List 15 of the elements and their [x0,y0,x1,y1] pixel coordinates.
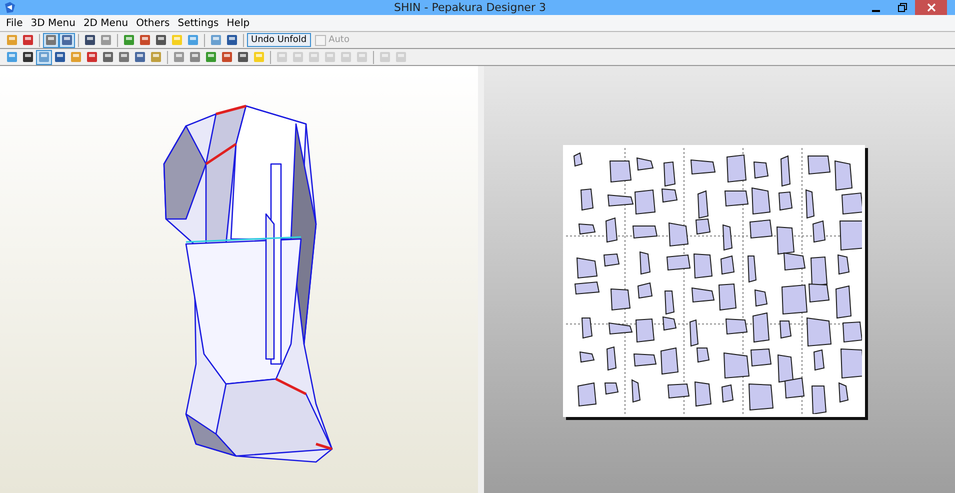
menu-item[interactable]: 2D Menu [79,18,132,28]
undo-unfold-button[interactable]: Undo Unfold [247,33,311,47]
2d-view[interactable] [484,66,955,493]
close-button[interactable] [915,0,947,15]
restore-icon [898,3,906,12]
window-title: SHIN - Pepakura Designer 3 [393,1,547,14]
minimize-icon [872,10,880,12]
menu-item[interactable]: 3D Menu [26,18,80,28]
menu-item[interactable]: Others [132,18,174,28]
menu-item[interactable]: Settings [174,18,223,28]
menu-item[interactable]: File [2,18,27,28]
close-icon [926,3,936,12]
3d-view[interactable] [0,66,478,493]
menu-item[interactable]: Help [222,18,254,28]
app-icon [3,0,17,14]
